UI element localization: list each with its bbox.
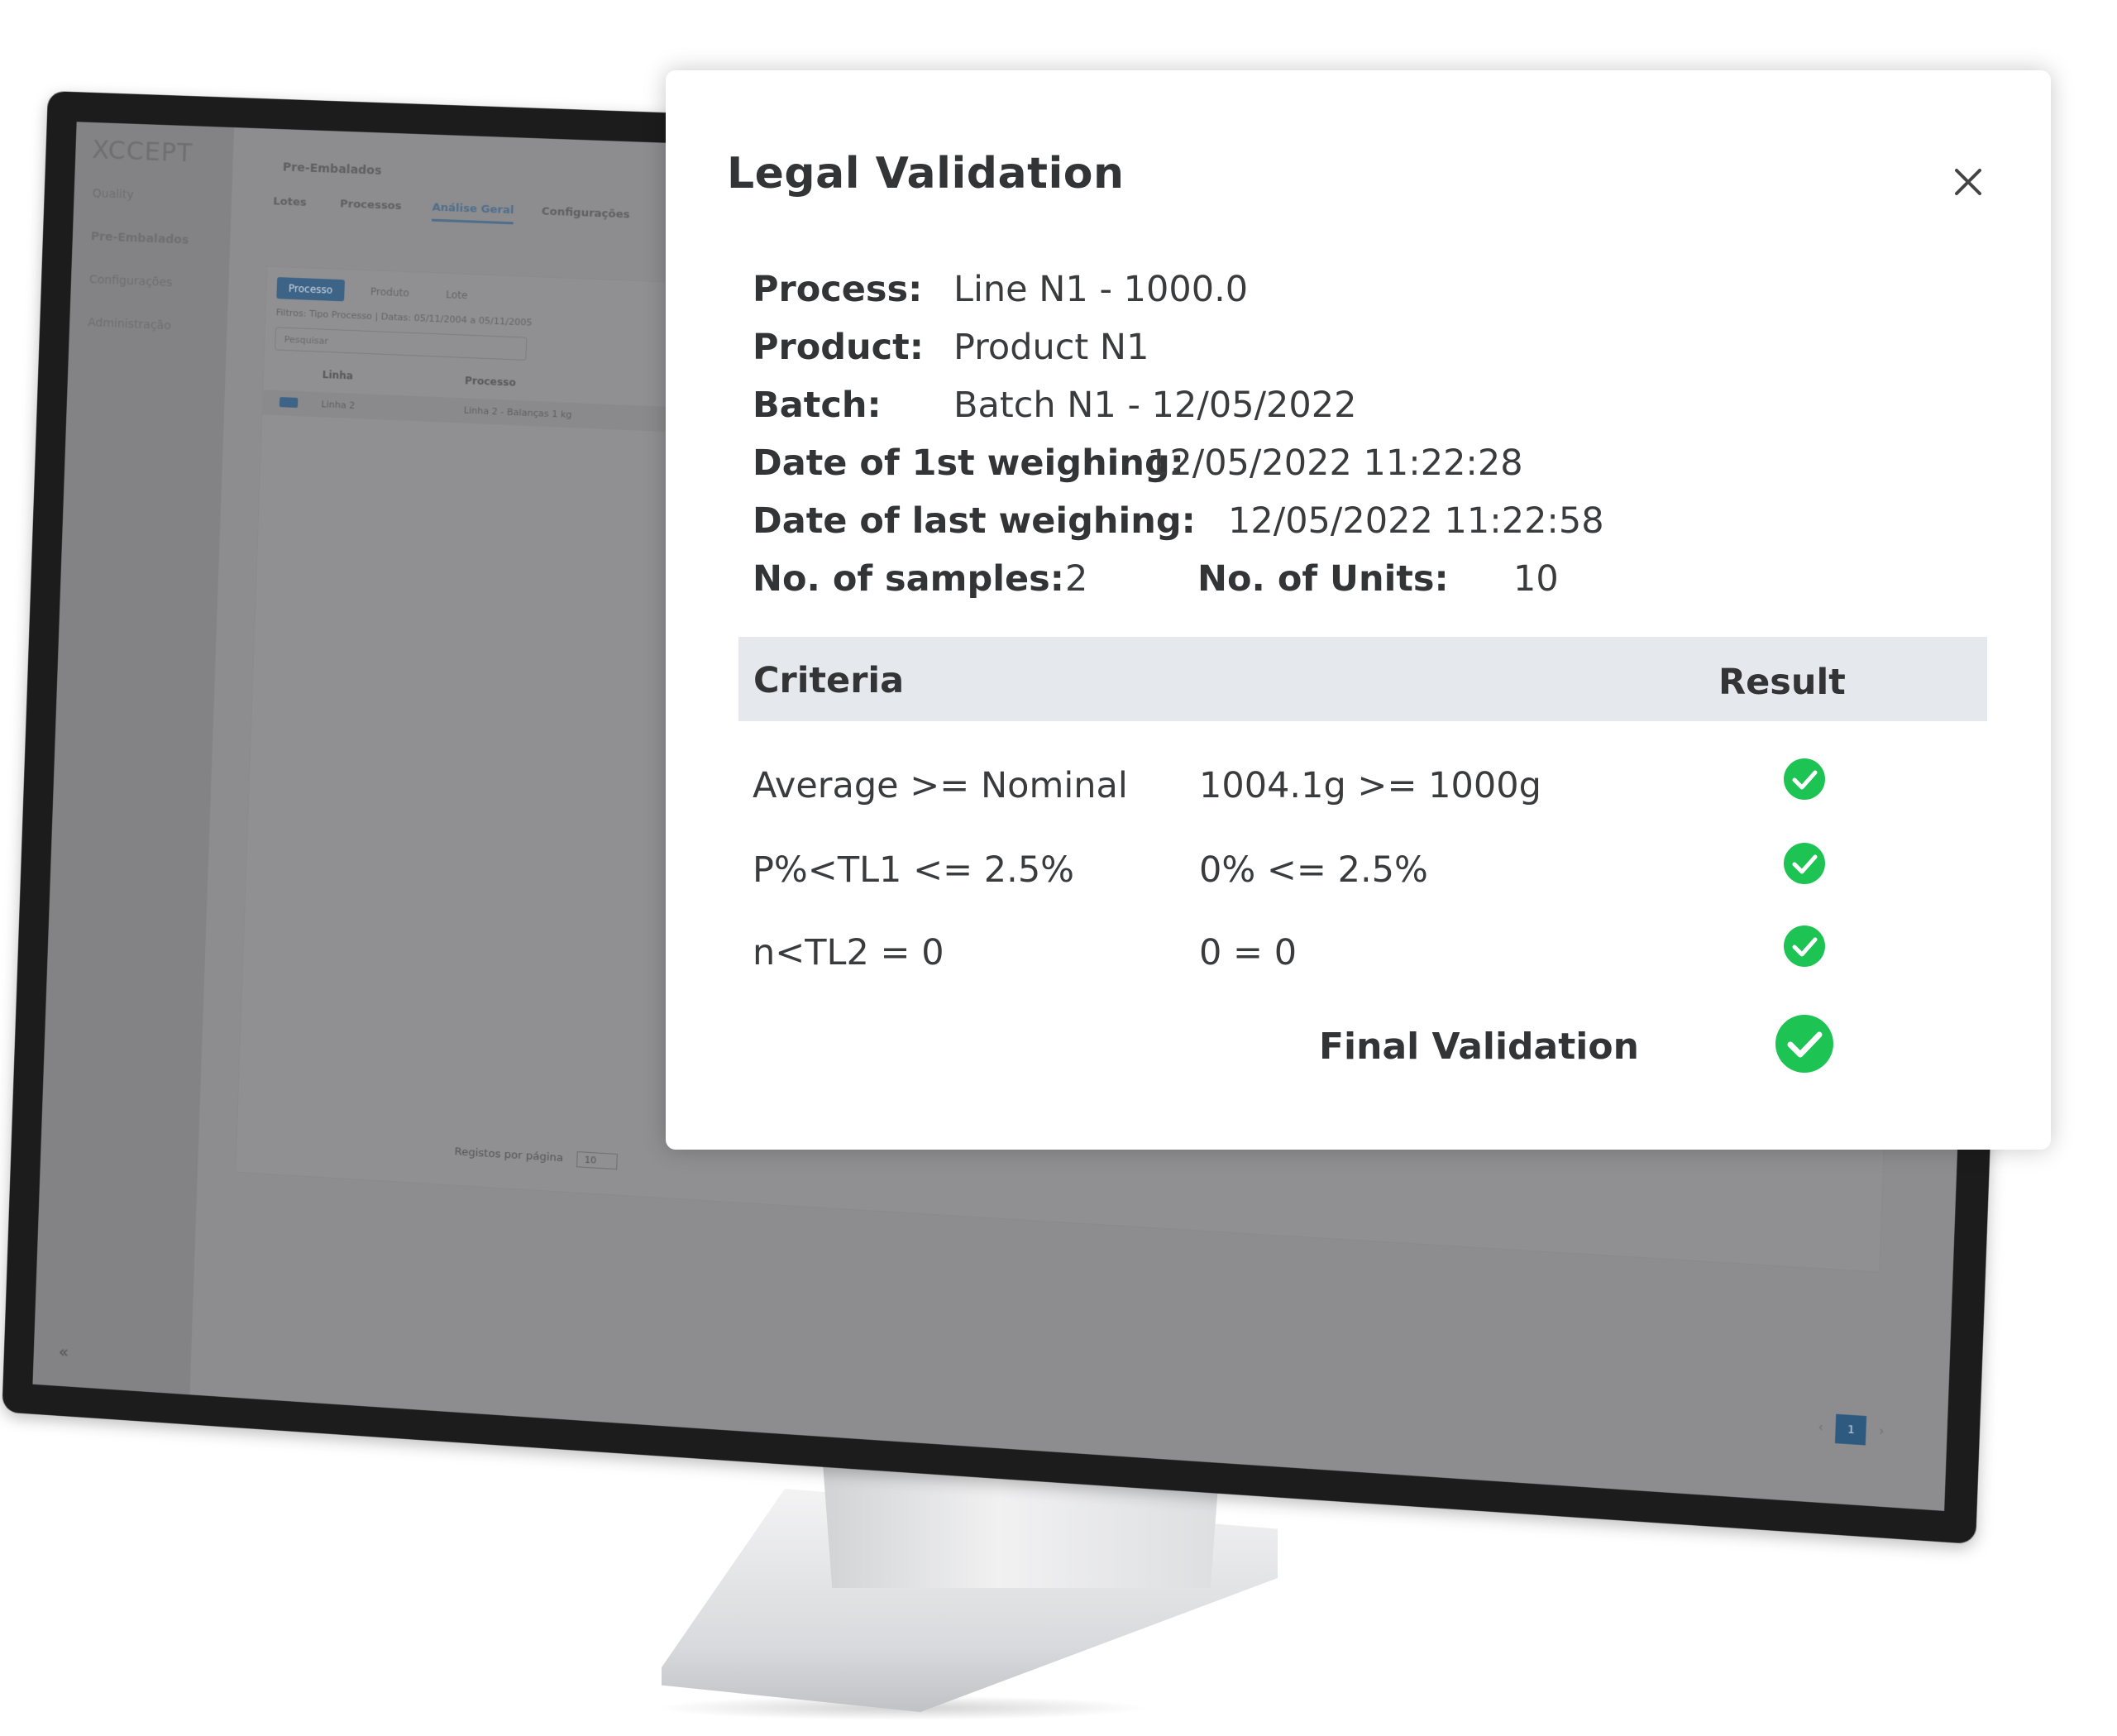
first-weighing-label: Date of 1st weighing: — [753, 442, 1185, 484]
dialog-title: Legal Validation — [727, 149, 1125, 198]
check-circle-icon — [1782, 924, 1827, 968]
sidebar-item-administracao[interactable]: Administração — [88, 316, 171, 332]
first-weighing-value: 12/05/2022 11:22:28 — [1147, 442, 1523, 484]
prev-page-icon[interactable]: ‹ — [1818, 1421, 1823, 1435]
criteria-name: P%<TL1 <= 2.5% — [753, 849, 1075, 891]
criteria-row: P%<TL1 <= 2.5% 0% <= 2.5% — [753, 843, 1985, 907]
sidebar: XCCEPT Quality Pre-Embalados Configuraçõ… — [32, 122, 235, 1395]
criteria-name: Average >= Nominal — [753, 765, 1128, 806]
batch-label: Batch: — [753, 385, 882, 426]
criteria-column-header: Criteria — [753, 660, 905, 701]
tab-analise-geral[interactable]: Análise Geral — [431, 201, 514, 225]
units-value: 10 — [1513, 558, 1559, 600]
row-cell-processo: Linha 2 - Balanças 1 kg — [463, 404, 572, 421]
process-value: Line N1 - 1000.0 — [953, 269, 1249, 310]
result-column-header: Result — [1718, 662, 1846, 703]
chip-lote[interactable]: Lote — [434, 283, 480, 306]
collapse-sidebar-button[interactable]: « — [58, 1341, 69, 1362]
final-check-circle-icon — [1774, 1013, 1835, 1074]
tab-lotes[interactable]: Lotes — [273, 195, 307, 209]
column-header-processo: Processo — [464, 375, 517, 389]
next-page-icon[interactable]: › — [1879, 1424, 1885, 1438]
per-page-label: Registos por página — [454, 1145, 564, 1165]
samples-label: No. of samples: — [753, 558, 1064, 600]
filter-summary: Filtros: Tipo Processo | Datas: 05/11/20… — [275, 307, 533, 328]
app-header-title: Pre-Embalados — [282, 160, 382, 178]
criteria-row: n<TL2 = 0 0 = 0 — [753, 925, 1985, 990]
column-header-linha: Linha — [322, 368, 354, 382]
criteria-table-header: Criteria Result — [738, 637, 1987, 721]
batch-value: Batch N1 - 12/05/2022 — [953, 385, 1357, 426]
sidebar-item-configuracoes[interactable]: Configurações — [89, 273, 173, 289]
last-weighing-label: Date of last weighing: — [753, 500, 1196, 542]
check-circle-icon — [1782, 841, 1827, 886]
sidebar-item-quality[interactable]: Quality — [92, 187, 134, 202]
samples-value: 2 — [1065, 558, 1088, 600]
close-icon — [1955, 169, 1981, 195]
criteria-value: 0 = 0 — [1199, 932, 1297, 973]
process-label: Process: — [753, 269, 923, 310]
row-badge — [279, 397, 299, 409]
units-label: No. of Units: — [1197, 558, 1449, 600]
tab-configuracoes[interactable]: Configurações — [542, 205, 630, 221]
chip-produto[interactable]: Produto — [358, 280, 421, 304]
product-value: Product N1 — [953, 327, 1149, 368]
per-page-select[interactable]: 10 — [576, 1151, 619, 1170]
per-page: Registos por página 10 — [454, 1144, 619, 1170]
criteria-value: 1004.1g >= 1000g — [1199, 765, 1541, 806]
tab-processos[interactable]: Processos — [340, 198, 402, 213]
product-label: Product: — [753, 327, 924, 368]
chip-processo[interactable]: Processo — [276, 277, 345, 302]
pagination: ‹ 1 › — [1818, 1413, 1885, 1447]
search-input[interactable]: Pesquisar — [275, 327, 528, 361]
legal-validation-dialog: Legal Validation Process: Line N1 - 1000… — [666, 70, 2051, 1150]
row-cell-linha: Linha 2 — [321, 399, 356, 411]
criteria-name: n<TL2 = 0 — [753, 932, 944, 973]
close-button[interactable] — [1943, 157, 1993, 207]
sidebar-item-pre-embalados[interactable]: Pre-Embalados — [91, 230, 189, 247]
criteria-value: 0% <= 2.5% — [1199, 849, 1428, 891]
last-weighing-value: 12/05/2022 11:22:58 — [1228, 500, 1604, 542]
criteria-row: Average >= Nominal 1004.1g >= 1000g — [753, 758, 1985, 823]
page-current[interactable]: 1 — [1835, 1413, 1867, 1446]
check-circle-icon — [1782, 757, 1827, 801]
app-logo: XCCEPT — [91, 135, 194, 169]
final-validation-label: Final Validation — [1319, 1026, 1639, 1068]
